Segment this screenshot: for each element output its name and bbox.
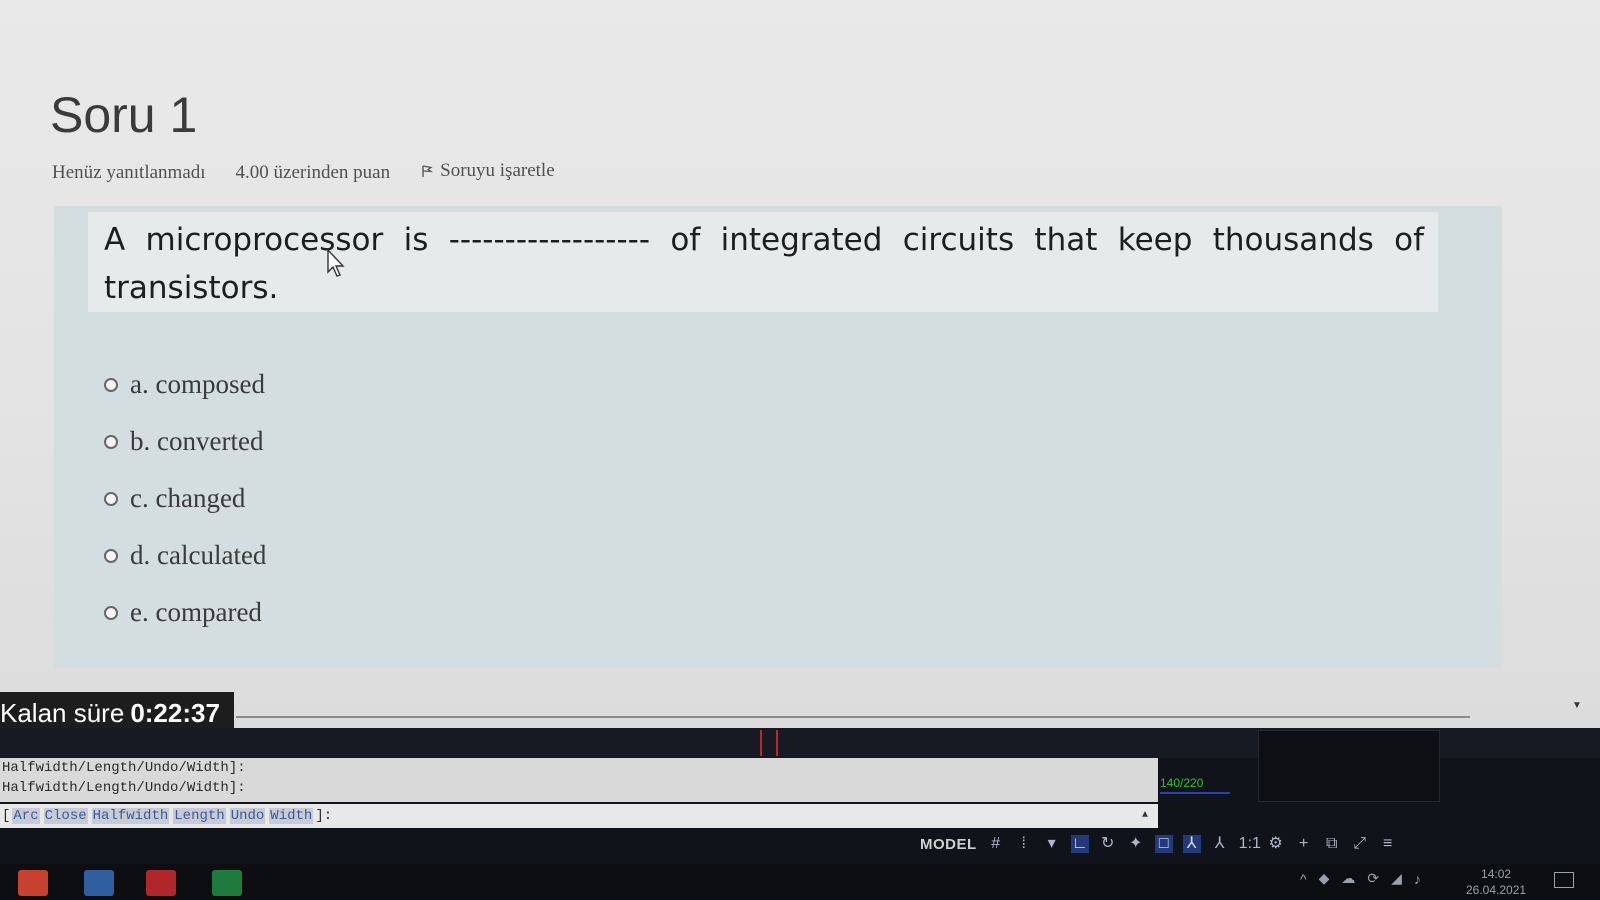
answer-options: a. composed b. converted c. changed d. c… [104, 356, 266, 641]
volume-icon[interactable]: ♪ [1414, 871, 1421, 887]
coordinate-bar [1160, 792, 1230, 794]
excel-app-icon[interactable] [212, 870, 242, 896]
browser-app-icon[interactable] [18, 870, 48, 896]
flag-icon [422, 165, 434, 177]
autocad-app-icon[interactable] [146, 870, 176, 896]
model-space-button[interactable]: MODEL [920, 836, 977, 853]
question-title: Soru 1 [50, 87, 198, 143]
chevron-up-icon[interactable]: ^ [1300, 871, 1307, 887]
answer-option[interactable]: c. changed [104, 470, 266, 527]
question-text: A microprocessor is ------------------ o… [104, 222, 1424, 306]
snap-icon[interactable]: ⁞ [1015, 835, 1033, 853]
crosshair-icon [760, 730, 778, 756]
taskbar: ^ ◆ ☁ ⟳ ◢ ♪ 14:02 26.04.2021 [0, 864, 1600, 900]
plus-icon[interactable]: + [1295, 835, 1313, 853]
mouse-cursor-icon [327, 248, 345, 277]
clock-time: 14:02 [1481, 867, 1512, 881]
option-width[interactable]: Width [269, 808, 314, 824]
time-remaining-value: 0:22:37 [130, 697, 220, 728]
command-line[interactable]: [Arc Close Halfwidth Length Undo Width]: ▲ [0, 804, 1158, 828]
update-icon[interactable]: ⟳ [1367, 870, 1379, 887]
answer-option-label[interactable]: b. converted [130, 426, 263, 457]
answer-option[interactable]: d. calculated [104, 527, 266, 584]
answer-option-label[interactable]: d. calculated [130, 540, 266, 571]
dropbox-icon[interactable]: ◆ [1319, 870, 1330, 887]
answer-option-label[interactable]: c. changed [130, 483, 245, 514]
system-tray: ^ ◆ ☁ ⟳ ◢ ♪ [1300, 870, 1421, 887]
flag-question-label: Soruyu işaretle [440, 160, 555, 181]
option-length[interactable]: Length [173, 808, 226, 824]
expand-history-icon[interactable]: ▲ [1142, 804, 1148, 828]
answer-option-label[interactable]: a. composed [130, 369, 265, 400]
option-undo[interactable]: Undo [229, 808, 266, 824]
workspace-icon[interactable]: ⧉ [1323, 835, 1341, 853]
question-status: Henüz yanıtlanmadı [52, 162, 206, 183]
chevron-down-icon[interactable]: ▾ [1043, 835, 1061, 853]
clock-date: 26.04.2021 [1466, 883, 1527, 897]
quiz-page: Soru 1 Henüz yanıtlanmadı 4.00 üzerinden… [0, 0, 1600, 728]
prompt-close: ]: [315, 808, 333, 824]
wifi-icon[interactable]: ◢ [1391, 870, 1402, 887]
option-arc[interactable]: Arc [12, 808, 40, 824]
answer-option-label[interactable]: e. compared [130, 597, 262, 628]
viewcube-panel[interactable] [1258, 730, 1440, 802]
answer-option[interactable]: e. compared [104, 584, 266, 641]
radio-button[interactable] [104, 377, 118, 392]
status-bar: MODEL # ⁞ ▾ ∟ ↻ ✦ □ ⅄ ⅄ 1:1 ⚙ + ⧉ ⤢ ≡ [920, 830, 1397, 858]
scroll-down-icon[interactable]: ▼ [1572, 700, 1582, 711]
coordinate-readout: 140/220 [1160, 776, 1204, 790]
flag-question-link[interactable]: Soruyu işaretle [420, 160, 555, 182]
answer-option[interactable]: b. converted [104, 413, 266, 470]
cloud-icon[interactable]: ☁ [1341, 870, 1355, 887]
timer-divider [236, 716, 1470, 718]
calculator-app-icon[interactable] [84, 870, 114, 896]
gear-icon[interactable]: ⚙ [1267, 835, 1285, 853]
prompt-open: [ [2, 808, 11, 824]
command-history-line: Halfwidth/Length/Undo/Width]: [2, 760, 246, 776]
polar-icon[interactable]: ↻ [1099, 835, 1117, 853]
annotation-icon[interactable]: ⅄ [1182, 835, 1201, 853]
radio-button[interactable] [104, 605, 118, 620]
osnap-icon[interactable]: □ [1154, 835, 1173, 853]
question-meta: Henüz yanıtlanmadı 4.00 üzerinden puan S… [52, 160, 555, 184]
cad-application: Halfwidth/Length/Undo/Width]: Halfwidth/… [0, 728, 1600, 900]
command-history-line: Halfwidth/Length/Undo/Width]: [2, 780, 246, 796]
system-clock[interactable]: 14:02 26.04.2021 [1466, 866, 1526, 898]
radio-button[interactable] [104, 434, 118, 449]
fullscreen-icon[interactable]: ⤢ [1351, 835, 1369, 853]
option-halfwidth[interactable]: Halfwidth [91, 808, 170, 824]
isodraft-icon[interactable]: ✦ [1127, 835, 1145, 853]
scale-label[interactable]: 1:1 [1239, 835, 1261, 853]
radio-button[interactable] [104, 491, 118, 506]
question-points: 4.00 üzerinden puan [235, 162, 391, 183]
time-remaining-label: Kalan süre [0, 697, 125, 728]
annotation-scale-icon[interactable]: ⅄ [1211, 835, 1229, 853]
menu-icon[interactable]: ≡ [1379, 835, 1397, 853]
option-close[interactable]: Close [43, 808, 88, 824]
question-content-box: A microprocessor is ------------------ o… [54, 206, 1502, 668]
answer-option[interactable]: a. composed [104, 356, 266, 413]
ortho-icon[interactable]: ∟ [1070, 835, 1089, 853]
grid-icon[interactable]: # [987, 835, 1005, 853]
command-history: Halfwidth/Length/Undo/Width]: Halfwidth/… [0, 758, 1158, 802]
radio-button[interactable] [104, 548, 118, 563]
notification-icon[interactable] [1554, 872, 1574, 888]
question-text-box: A microprocessor is ------------------ o… [88, 212, 1438, 312]
